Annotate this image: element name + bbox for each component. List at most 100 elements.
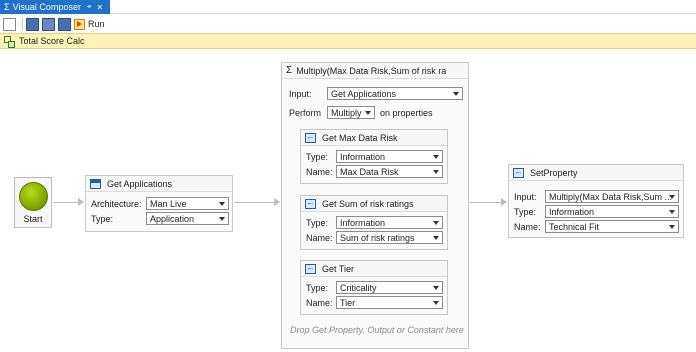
type-select[interactable]: Criticality (336, 281, 443, 294)
type-select[interactable]: Information (336, 216, 443, 229)
architecture-value: Man Live (150, 198, 187, 209)
run-label: Run (88, 19, 105, 29)
node-header: Get Applications (86, 176, 232, 192)
type-value: Criticality (340, 282, 377, 293)
architecture-label: Architecture: (91, 199, 142, 209)
connector-line (234, 202, 277, 203)
name-select[interactable]: Tier (336, 296, 443, 309)
node-title: Get Tier (322, 263, 355, 274)
run-button[interactable]: Run (74, 18, 105, 30)
chevron-down-icon (433, 301, 439, 305)
get-sum-of-risk-ratings-node[interactable]: Get Sum of risk ratings Type: Informatio… (300, 195, 448, 250)
multiply-node[interactable]: Σ Multiply(Max Data Risk,Sum of risk ra … (281, 62, 469, 349)
start-node[interactable]: Start (14, 177, 52, 228)
chevron-down-icon (433, 170, 439, 174)
name-label: Name: (306, 233, 333, 243)
name-select[interactable]: Sum of risk ratings (336, 231, 443, 244)
get-applications-node[interactable]: Get Applications Architecture: Man Live … (85, 175, 233, 232)
type-label: Type: (306, 283, 329, 293)
type-select[interactable]: Information (545, 205, 679, 218)
type-label: Type: (514, 207, 537, 217)
toolbar: Run (0, 15, 696, 33)
sigma-icon: Σ (286, 65, 293, 76)
sigma-icon: Σ (4, 2, 10, 12)
title-bar: Σ Visual Composer ⌖ ✕ (0, 0, 696, 14)
node-header: Get Max Data Risk (301, 130, 447, 146)
type-select[interactable]: Information (336, 150, 443, 163)
new-document-icon[interactable] (3, 17, 16, 31)
pin-icon[interactable]: ⌖ (87, 2, 92, 12)
run-icon (74, 18, 85, 30)
chevron-down-icon (669, 210, 675, 214)
hierarchy-icon (3, 35, 15, 48)
chevron-down-icon (365, 111, 371, 115)
connector-arrow-icon (501, 198, 507, 206)
type-label: Type: (91, 214, 114, 224)
tab-visual-composer[interactable]: Σ Visual Composer ⌖ ✕ (0, 0, 110, 14)
save-as-icon[interactable] (42, 17, 55, 31)
chevron-down-icon (669, 195, 675, 199)
type-value: Information (340, 217, 386, 228)
chevron-down-icon (433, 155, 439, 159)
type-select[interactable]: Application (146, 212, 229, 225)
node-title: Get Sum of risk ratings (322, 198, 414, 209)
arrow-left-icon (305, 262, 316, 274)
get-tier-node[interactable]: Get Tier Type: Criticality Name: Tier (300, 260, 448, 315)
composer-canvas[interactable]: Start Get Applications Architecture: Man… (0, 50, 696, 352)
arrow-left-icon (305, 131, 316, 143)
name-select[interactable]: Technical Fit (545, 220, 679, 233)
arrow-left-icon (513, 166, 524, 178)
node-title: Multiply(Max Data Risk,Sum of risk ra (296, 65, 447, 76)
chevron-down-icon (453, 92, 459, 96)
type-value: Information (340, 151, 386, 162)
name-value: Sum of risk ratings (340, 232, 415, 243)
name-value: Tier (340, 297, 356, 308)
perform-select[interactable]: Multiply (327, 106, 375, 119)
set-property-node[interactable]: SetProperty Input: Multiply(Max Data Ris… (508, 164, 684, 238)
node-title: SetProperty (530, 167, 578, 178)
perform-label: Perform (289, 108, 322, 118)
connector-line (53, 202, 80, 203)
chevron-down-icon (433, 221, 439, 225)
input-value: Get Applications (331, 88, 397, 99)
toolbar-separator (22, 18, 23, 30)
window-icon (90, 178, 101, 189)
drop-hint: Drop Get Property, Output or Constant he… (290, 325, 464, 335)
name-select[interactable]: Max Data Risk (336, 165, 443, 178)
input-select[interactable]: Get Applications (327, 87, 463, 100)
input-label: Input: (289, 89, 312, 99)
name-label: Name: (514, 222, 541, 232)
name-label: Name: (306, 167, 333, 177)
name-value: Max Data Risk (340, 166, 399, 177)
get-max-data-risk-node[interactable]: Get Max Data Risk Type: Information Name… (300, 129, 448, 184)
chevron-down-icon (219, 202, 225, 206)
diagram-title: Total Score Calc (19, 36, 85, 46)
input-label: Input: (514, 192, 537, 202)
diagram-title-bar: Total Score Calc (0, 33, 696, 49)
arrow-left-icon (305, 197, 316, 209)
node-header: Σ Multiply(Max Data Risk,Sum of risk ra (282, 63, 468, 79)
name-value: Technical Fit (549, 221, 600, 232)
chevron-down-icon (669, 225, 675, 229)
node-title: Get Applications (107, 178, 173, 189)
architecture-select[interactable]: Man Live (146, 197, 229, 210)
input-select[interactable]: Multiply(Max Data Risk,Sum ... (545, 190, 679, 203)
chevron-down-icon (219, 217, 225, 221)
connector-arrow-icon (274, 198, 280, 206)
node-header: Get Tier (301, 261, 447, 277)
close-icon[interactable]: ✕ (96, 3, 103, 12)
connector-line (470, 202, 503, 203)
node-header: SetProperty (509, 165, 683, 181)
chevron-down-icon (433, 286, 439, 290)
tab-title: Visual Composer (12, 2, 81, 12)
type-label: Type: (306, 152, 329, 162)
name-label: Name: (306, 298, 333, 308)
chevron-down-icon (433, 236, 439, 240)
connector-arrow-icon (78, 198, 84, 206)
input-value: Multiply(Max Data Risk,Sum ... (549, 191, 673, 202)
node-title: Get Max Data Risk (322, 132, 398, 143)
type-label: Type: (306, 218, 329, 228)
save-icon[interactable] (26, 17, 39, 31)
save-all-icon[interactable] (58, 17, 71, 31)
start-label: Start (23, 214, 43, 224)
